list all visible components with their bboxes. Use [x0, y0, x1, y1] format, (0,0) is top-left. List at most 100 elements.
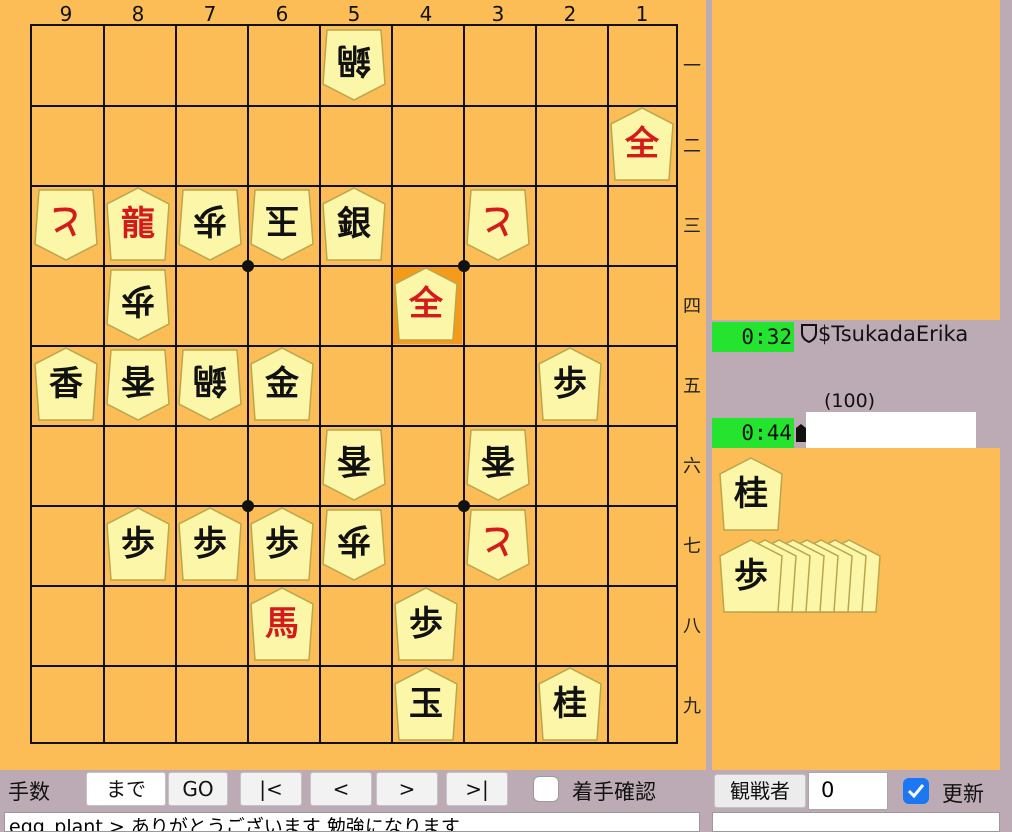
- piece-label: 桂: [553, 684, 587, 724]
- rank-label: 七: [683, 536, 701, 557]
- go-button[interactable]: GO: [168, 772, 228, 806]
- shogi-piece[interactable]: 香: [105, 346, 171, 422]
- shogi-piece[interactable]: 全: [609, 106, 675, 182]
- turn-marker-icon: [796, 424, 806, 442]
- piece-label: 歩: [409, 604, 443, 644]
- rank-label: 六: [683, 456, 701, 477]
- piece-label: と: [49, 200, 83, 240]
- shogi-piece[interactable]: 香: [33, 346, 99, 422]
- shogi-piece[interactable]: 歩: [177, 506, 243, 582]
- shogi-piece[interactable]: 玉: [249, 186, 315, 262]
- piece-label: 玉: [409, 684, 443, 724]
- shogi-piece[interactable]: と: [465, 186, 531, 262]
- rank-labels: 一二三四五六七八九: [680, 24, 706, 744]
- last-move-button[interactable]: >|: [446, 772, 508, 806]
- moves-label: 手数: [8, 780, 50, 804]
- piece-label: 歩: [265, 524, 299, 564]
- grid-line: [319, 26, 321, 742]
- piece-label: 香: [121, 360, 155, 400]
- file-label: 7: [203, 2, 217, 26]
- first-move-button[interactable]: |<: [240, 772, 302, 806]
- shogi-piece[interactable]: 鍋: [321, 26, 387, 102]
- chat-log[interactable]: egg_plant > ありがとうございます 勉強になります: [4, 812, 700, 832]
- shogi-piece[interactable]: 歩: [177, 186, 243, 262]
- shogi-piece[interactable]: 全: [393, 266, 459, 342]
- shogi-piece[interactable]: 桂: [537, 666, 603, 742]
- shogi-piece[interactable]: 歩: [105, 506, 171, 582]
- shogi-piece[interactable]: 金: [249, 346, 315, 422]
- prev-move-button[interactable]: <: [310, 772, 372, 806]
- rank-label: 五: [683, 376, 701, 397]
- rank-label: 二: [683, 136, 701, 157]
- rank-label: 八: [683, 616, 701, 637]
- confirm-move-label: 着手確認: [572, 780, 656, 804]
- piece-label: 龍: [121, 204, 155, 244]
- shogi-piece[interactable]: 銀: [321, 186, 387, 262]
- shield-icon: [800, 323, 818, 344]
- spectators-count[interactable]: 0: [808, 772, 888, 810]
- piece-label: 桂: [734, 474, 768, 514]
- file-label: 9: [59, 2, 73, 26]
- file-label: 1: [635, 2, 649, 26]
- shogi-piece[interactable]: 龍: [105, 186, 171, 262]
- rank-label: 一: [683, 56, 701, 77]
- file-label: 3: [491, 2, 505, 26]
- refresh-checkbox[interactable]: [903, 778, 929, 804]
- spectators-button[interactable]: 観戦者: [714, 774, 806, 808]
- piece-label: 馬: [265, 604, 299, 644]
- refresh-label: 更新: [942, 782, 984, 806]
- piece-label: 歩: [734, 556, 768, 596]
- rank-label: 九: [683, 696, 701, 717]
- piece-label: と: [481, 520, 515, 560]
- shogi-piece[interactable]: 馬: [249, 586, 315, 662]
- hand-piece[interactable]: 桂: [718, 456, 784, 532]
- top-player-name: $TsukadaErika: [800, 322, 968, 346]
- piece-label: 香: [49, 364, 83, 404]
- shogi-piece[interactable]: 香: [321, 426, 387, 502]
- shogi-piece[interactable]: 歩: [537, 346, 603, 422]
- piece-label: 歩: [121, 524, 155, 564]
- piece-label: 歩: [553, 364, 587, 404]
- confirm-move-checkbox[interactable]: [533, 776, 559, 802]
- piece-label: 金: [265, 364, 299, 404]
- shogi-piece[interactable]: 歩: [321, 506, 387, 582]
- grid-line: [463, 26, 465, 742]
- chat-side-panel: [712, 812, 1000, 832]
- piece-label: 歩: [193, 524, 227, 564]
- grid-line: [32, 585, 676, 587]
- top-player-clock: 0:32: [712, 322, 794, 352]
- shogi-piece[interactable]: 香: [465, 426, 531, 502]
- piece-label: 玉: [265, 200, 299, 240]
- file-label: 4: [419, 2, 433, 26]
- piece-label: 歩: [337, 520, 371, 560]
- shogi-piece[interactable]: 玉: [393, 666, 459, 742]
- piece-label: 全: [409, 284, 443, 324]
- file-labels: 9 8 7 6 5 4 3 2 1: [30, 0, 678, 26]
- piece-label: 香: [481, 440, 515, 480]
- bottom-player-clock: 0:44: [712, 418, 794, 448]
- gote-hand-area: [712, 0, 1000, 320]
- until-button[interactable]: まで: [86, 772, 166, 806]
- bottom-player-rating: (100): [824, 390, 876, 412]
- shogi-piece[interactable]: 鍋: [177, 346, 243, 422]
- hand-piece[interactable]: 歩: [718, 538, 784, 614]
- checkmark-icon: [907, 784, 925, 799]
- file-label: 6: [275, 2, 289, 26]
- piece-label: 銀: [337, 204, 371, 244]
- piece-label: 全: [625, 124, 659, 164]
- top-player-name-text: $TsukadaErika: [818, 322, 969, 346]
- file-label: 2: [563, 2, 577, 26]
- shogi-piece[interactable]: 歩: [105, 266, 171, 342]
- rank-label: 四: [683, 296, 701, 317]
- piece-label: と: [481, 200, 515, 240]
- shogi-piece[interactable]: 歩: [393, 586, 459, 662]
- piece-label: 鍋: [337, 40, 371, 80]
- shogi-piece[interactable]: と: [33, 186, 99, 262]
- grid-line: [32, 105, 676, 107]
- file-label: 5: [347, 2, 361, 26]
- next-move-button[interactable]: >: [376, 772, 438, 806]
- piece-label: 香: [337, 440, 371, 480]
- piece-label: 鍋: [193, 360, 227, 400]
- shogi-piece[interactable]: 歩: [249, 506, 315, 582]
- shogi-piece[interactable]: と: [465, 506, 531, 582]
